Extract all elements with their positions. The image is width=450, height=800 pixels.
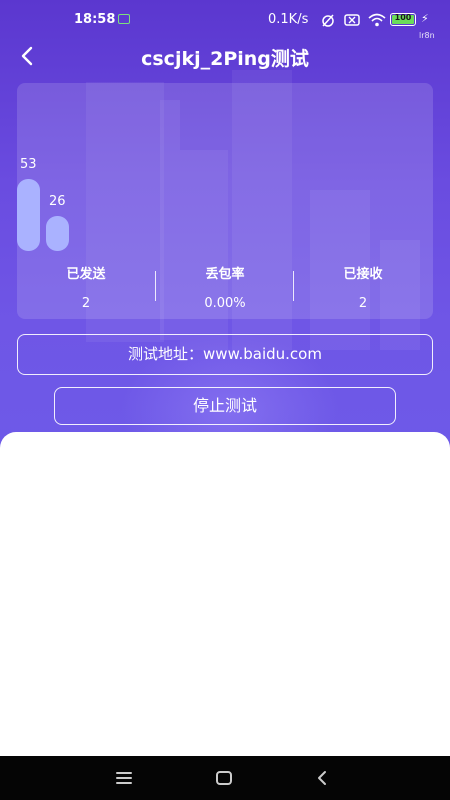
stat-loss: 丢包率 0.00% xyxy=(156,263,294,311)
system-nav-bar xyxy=(0,756,450,800)
status-time: 18:58 xyxy=(74,12,116,27)
latency-bar xyxy=(46,215,69,251)
menu-button[interactable] xyxy=(110,764,138,792)
test-address-field[interactable]: 测试地址：www.baidu.com xyxy=(17,334,433,375)
latency-bar-label: 26 xyxy=(49,193,66,209)
stat-received: 已接收 2 xyxy=(294,263,432,311)
battery-icon: 100 xyxy=(390,13,416,26)
stat-label: 丢包率 xyxy=(205,267,245,282)
charging-icon: ⚡ xyxy=(421,12,429,25)
network-speed: 0.1K/s xyxy=(268,12,309,27)
home-icon xyxy=(216,771,232,785)
stat-value: 2 xyxy=(358,296,368,311)
stat-label: 已接收 xyxy=(343,267,383,282)
notification-icon xyxy=(118,14,130,24)
signal-icons xyxy=(320,12,386,27)
stat-value: 0.00% xyxy=(204,296,246,311)
menu-icon xyxy=(116,772,132,784)
latency-bar-label: 53 xyxy=(20,157,37,173)
stat-sent: 已发送 2 xyxy=(17,263,155,311)
back-icon xyxy=(318,771,326,785)
home-button[interactable] xyxy=(210,764,238,792)
page-title: cscjkj_2Ping测试 xyxy=(141,48,309,70)
latency-bar xyxy=(17,179,40,251)
stat-label: 已发送 xyxy=(66,267,106,282)
carrier-tag: lr8n xyxy=(419,31,435,40)
alarm-icon xyxy=(322,13,334,27)
wifi-icon xyxy=(368,13,386,26)
nav-back-button[interactable] xyxy=(308,764,336,792)
sim-off-icon xyxy=(344,13,360,26)
stop-test-button[interactable]: 停止测试 xyxy=(54,387,396,425)
stats-card: 53 26 已发送 2 丢包率 0.00% 已接收 2 xyxy=(17,83,433,319)
status-bar: 18:58 0.1K/s 100 ⚡ lr8n xyxy=(0,0,450,40)
results-panel xyxy=(0,432,450,756)
stat-value: 2 xyxy=(81,296,91,311)
